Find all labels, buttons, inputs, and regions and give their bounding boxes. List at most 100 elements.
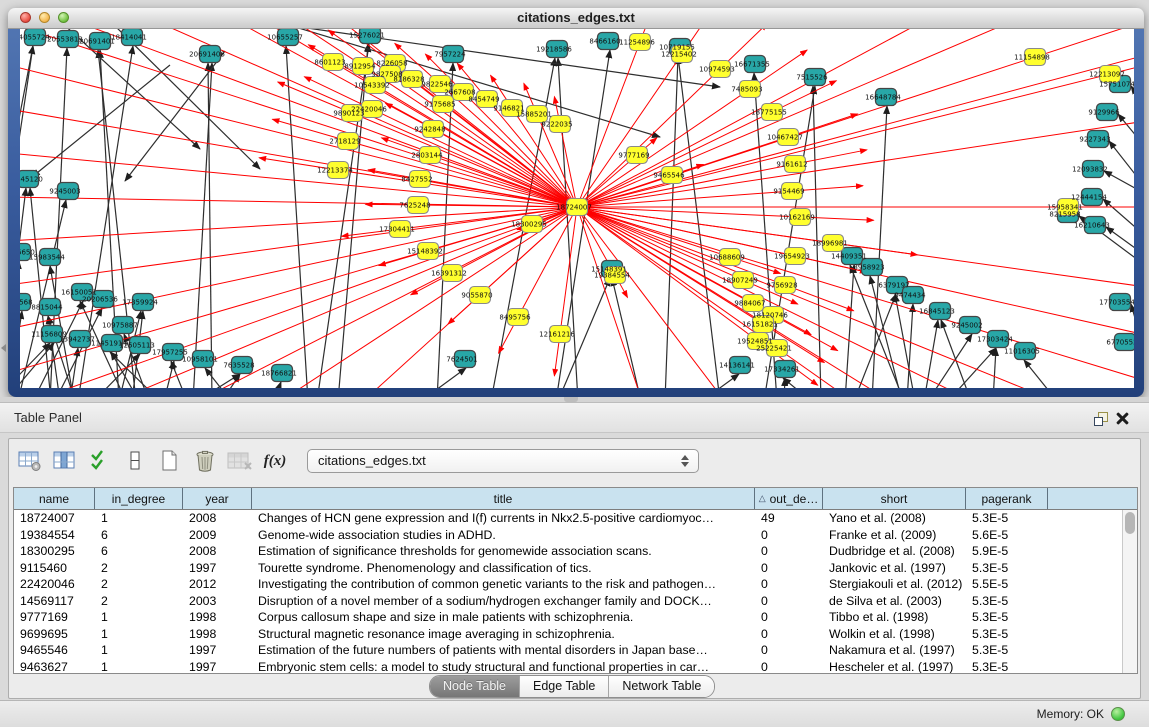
network-edge[interactable]	[924, 320, 938, 388]
network-edge[interactable]	[20, 188, 26, 388]
table-header-row: name in_degreeyeartitle△out_de…shortpager…	[14, 488, 1137, 510]
column-header-pagerank[interactable]: pagerank	[966, 488, 1048, 509]
network-edge[interactable]	[286, 46, 308, 388]
table-row[interactable]: 1830029562008Estimation of significance …	[14, 543, 1122, 560]
network-edge[interactable]	[783, 378, 811, 388]
network-edge[interactable]	[1024, 360, 1057, 388]
select-columns-check-icon[interactable]	[85, 446, 115, 476]
table-mode-icon[interactable]	[15, 446, 45, 476]
table-row[interactable]: 911546021997Tourette syndrome. Phenomeno…	[14, 560, 1122, 577]
column-header-year[interactable]: year	[183, 488, 252, 509]
network-edge[interactable]	[20, 207, 577, 329]
column-header-label: name	[39, 492, 69, 506]
table-cell: 9115460	[14, 560, 95, 577]
new-column-icon[interactable]	[155, 446, 185, 476]
table-row[interactable]: 969969511998Structural magnetic resonanc…	[14, 626, 1122, 643]
network-node-label: 8912954	[344, 63, 376, 71]
network-edge[interactable]	[895, 294, 915, 388]
table-cell: 6	[95, 543, 183, 560]
network-edge[interactable]	[554, 207, 577, 376]
network-edge[interactable]	[577, 55, 1134, 207]
float-panel-icon[interactable]	[1094, 412, 1108, 425]
network-edge[interactable]	[290, 207, 577, 388]
table-cell: 49	[755, 510, 823, 527]
network-edge[interactable]	[1109, 141, 1134, 183]
delete-column-icon[interactable]	[190, 446, 220, 476]
table-selector-dropdown[interactable]: citations_edges.txt	[307, 449, 699, 473]
network-edge[interactable]	[577, 29, 1008, 207]
table-row[interactable]: 946554611997Estimation of the future num…	[14, 642, 1122, 659]
table-cell: 0	[755, 659, 823, 674]
network-node-label: 15983544	[29, 254, 65, 262]
network-edge[interactable]	[30, 188, 51, 388]
column-header-in-degree[interactable]: in_degree	[95, 488, 183, 509]
memory-status-label: Memory: OK	[1037, 701, 1104, 727]
tab-edge-table[interactable]: Edge Table	[519, 676, 608, 697]
hidden-panel-arrow-icon[interactable]	[1, 344, 6, 352]
network-node-label: 12215402	[661, 51, 697, 59]
function-builder-icon[interactable]: f(x)	[260, 446, 290, 476]
row-height-icon[interactable]	[120, 446, 150, 476]
network-edge[interactable]	[205, 368, 231, 388]
column-header-title[interactable]: title	[252, 488, 755, 509]
close-panel-icon[interactable]	[1116, 412, 1129, 425]
table-row[interactable]: 2242004622012Investigating the contribut…	[14, 576, 1122, 593]
table-cell: Stergiakouli et al. (2012)	[823, 576, 966, 593]
network-node-label: 17334261	[764, 366, 800, 374]
column-header-short[interactable]: short	[823, 488, 966, 509]
table-row[interactable]: 1938455462009Genome-wide association stu…	[14, 527, 1122, 544]
table-cell: 1	[95, 626, 183, 643]
tab-node-table[interactable]: Node Table	[430, 676, 519, 697]
network-edge[interactable]	[577, 207, 640, 388]
network-edge[interactable]	[577, 50, 807, 207]
delete-table-icon[interactable]	[225, 446, 255, 476]
table-row[interactable]: 946362711997Embryonic stem cells: a mode…	[14, 659, 1122, 674]
network-node-label: 9474434	[894, 292, 926, 300]
column-header-name[interactable]: name	[14, 488, 95, 509]
table-cell: 2008	[183, 543, 252, 560]
network-edge[interactable]	[20, 311, 22, 388]
table-scrollbar-thumb[interactable]	[1125, 512, 1135, 534]
network-edge[interactable]	[702, 374, 739, 388]
network-node-label: 8427552	[401, 176, 432, 184]
table-row[interactable]: 977716911998Corpus callosum shape and si…	[14, 609, 1122, 626]
table-row[interactable]: 1456911722003Disruption of a novel membe…	[14, 593, 1122, 610]
network-node-label: 8466160	[589, 38, 620, 46]
table-cell: 19384554	[14, 527, 95, 544]
network-edge[interactable]	[577, 121, 1134, 207]
column-header-out-de[interactable]: △out_de…	[755, 488, 823, 509]
table-scrollbar[interactable]	[1122, 510, 1137, 673]
network-edge[interactable]	[338, 44, 368, 388]
table-row[interactable]: 1872400712008Changes of HCN gene express…	[14, 510, 1122, 527]
network-node-label: 16671355	[734, 61, 770, 69]
network-edge[interactable]	[612, 278, 641, 388]
attribute-table: name in_degreeyeartitle△out_de…shortpager…	[13, 487, 1138, 674]
network-edge[interactable]	[813, 86, 821, 388]
network-edge[interactable]	[993, 348, 996, 388]
network-node-label: 19384554	[594, 272, 630, 280]
network-canvas[interactable]: 2405572420553813206914011841404120691406…	[20, 29, 1134, 388]
network-edge[interactable]	[274, 382, 281, 388]
network-node-label: 2718129	[329, 138, 360, 146]
close-window-button[interactable]	[20, 12, 31, 23]
network-edge[interactable]	[665, 56, 678, 388]
network-edge[interactable]	[20, 197, 577, 207]
window-titlebar[interactable]: citations_edges.txt	[8, 8, 1144, 29]
minimize-window-button[interactable]	[39, 12, 50, 23]
network-edge[interactable]	[845, 265, 854, 388]
network-edge[interactable]	[1118, 114, 1134, 143]
network-node-label: 9242848	[414, 126, 445, 134]
column-chooser-icon[interactable]	[50, 446, 80, 476]
network-edge[interactable]	[948, 348, 996, 388]
table-cell: 1998	[183, 609, 252, 626]
tab-network-table[interactable]: Network Table	[608, 676, 714, 697]
zoom-window-button[interactable]	[58, 12, 69, 23]
network-node-label: 16210643	[1074, 222, 1110, 230]
network-edge[interactable]	[872, 106, 887, 388]
network-edge[interactable]	[577, 207, 1134, 381]
network-edge[interactable]	[421, 368, 466, 388]
network-edge[interactable]	[1104, 171, 1134, 192]
network-edge[interactable]	[208, 63, 212, 388]
network-edge[interactable]	[125, 51, 225, 181]
table-toolbar: f(x) citations_edges.txt	[15, 445, 699, 477]
